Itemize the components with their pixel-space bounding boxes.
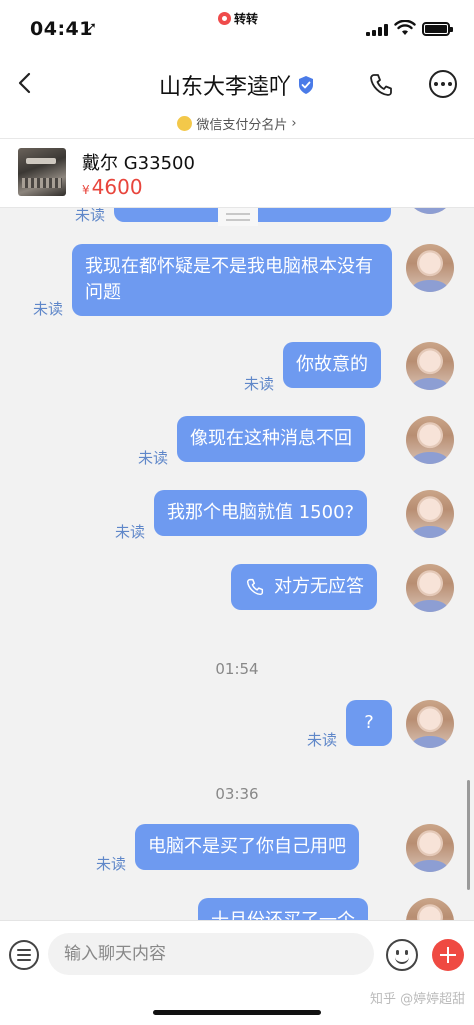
verified-shield-icon <box>299 76 313 94</box>
card-link-label: 微信支付分名片 <box>196 118 288 133</box>
price-currency: ¥ <box>82 183 90 197</box>
menu-button[interactable] <box>9 940 39 970</box>
scrollbar[interactable] <box>467 780 470 890</box>
app-logo-icon <box>218 12 231 25</box>
call-button[interactable] <box>366 70 396 100</box>
phone-icon <box>246 578 264 596</box>
wechat-pay-score-card-link[interactable]: 微信支付分名片 › <box>0 114 474 133</box>
message-row: 对方无应答 <box>0 564 474 612</box>
emoji-icon <box>395 957 409 964</box>
message-bubble[interactable]: 十月份还买了一个 <box>198 898 368 920</box>
wifi-icon <box>394 20 416 35</box>
message-list[interactable]: 未读 未读 我现在都怀疑是不是我电脑根本没有问题 未读 你故意的 未读 像现在这… <box>0 208 474 920</box>
message-row: 未读 ? <box>0 700 474 749</box>
avatar[interactable] <box>406 824 454 872</box>
message-bubble[interactable]: 我那个电脑就值 1500? <box>154 490 368 536</box>
avatar[interactable] <box>406 898 454 920</box>
avatar[interactable] <box>406 416 454 464</box>
more-options-button[interactable] <box>429 70 457 98</box>
unread-status: 未读 <box>96 855 127 873</box>
emoji-button[interactable] <box>386 939 418 971</box>
avatar[interactable] <box>406 342 454 390</box>
battery-icon <box>422 22 453 36</box>
message-row: 未读 你故意的 <box>0 342 474 393</box>
app-name: 转转 <box>234 12 259 26</box>
message-row: 未读 电脑不是买了你自己用吧 <box>0 824 474 873</box>
message-row: 未读 像现在这种消息不回 <box>0 416 474 467</box>
chevron-right-icon: › <box>291 116 297 131</box>
product-thumbnail <box>18 148 66 196</box>
message-row: 十月份还买了一个 <box>0 898 474 920</box>
product-name: 戴尔 G33500 <box>82 153 195 174</box>
pay-score-icon <box>177 116 193 131</box>
avatar[interactable] <box>406 208 454 214</box>
price-value: 4600 <box>91 175 143 199</box>
unread-status: 未读 <box>138 449 169 467</box>
drag-handle-icon <box>218 208 258 226</box>
unread-status: 未读 <box>75 208 106 224</box>
home-indicator[interactable] <box>153 1010 321 1015</box>
message-bubble[interactable]: 电脑不是买了你自己用吧 <box>135 824 359 870</box>
message-row: 未读 我那个电脑就值 1500? <box>0 490 474 541</box>
message-bubble[interactable]: ? <box>346 700 392 746</box>
signal-icon <box>366 24 388 36</box>
call-record-bubble[interactable]: 对方无应答 <box>231 564 377 610</box>
plus-button[interactable] <box>432 939 464 971</box>
chat-title-wrap: 山东大李逵吖 <box>0 69 474 101</box>
message-timestamp: 01:54 <box>215 660 259 678</box>
message-bubble[interactable]: 你故意的 <box>283 342 381 388</box>
call-record-text: 对方无应答 <box>274 576 364 597</box>
message-bubble[interactable]: 像现在这种消息不回 <box>177 416 365 462</box>
product-bar[interactable]: 戴尔 G33500 ¥4600 <box>0 138 474 208</box>
product-price: ¥4600 <box>82 175 143 199</box>
more-dots-icon <box>434 82 438 86</box>
unread-status: 未读 <box>307 731 338 749</box>
status-time: 04:41 <box>30 18 93 40</box>
unread-status: 未读 <box>115 523 146 541</box>
app-indicator: 转转 <box>218 10 258 27</box>
avatar[interactable] <box>406 700 454 748</box>
message-timestamp: 03:36 <box>215 785 259 803</box>
chat-header: 山东大李逵吖 微信支付分名片 › <box>0 56 474 138</box>
avatar[interactable] <box>406 244 454 292</box>
avatar[interactable] <box>406 490 454 538</box>
location-arrow-icon: ➚ <box>86 20 97 35</box>
chat-message-input[interactable] <box>48 933 374 975</box>
chat-title: 山东大李逵吖 <box>158 75 291 100</box>
message-bubble[interactable]: 我现在都怀疑是不是我电脑根本没有问题 <box>72 244 392 316</box>
menu-icon <box>17 949 31 951</box>
watermark: 知乎 @婷婷超甜 <box>370 992 466 1007</box>
unread-status: 未读 <box>33 300 64 318</box>
avatar[interactable] <box>406 564 454 612</box>
message-row: 未读 我现在都怀疑是不是我电脑根本没有问题 <box>0 244 474 320</box>
status-bar: 04:41 ➚ 转转 <box>0 0 474 56</box>
unread-status: 未读 <box>244 375 275 393</box>
